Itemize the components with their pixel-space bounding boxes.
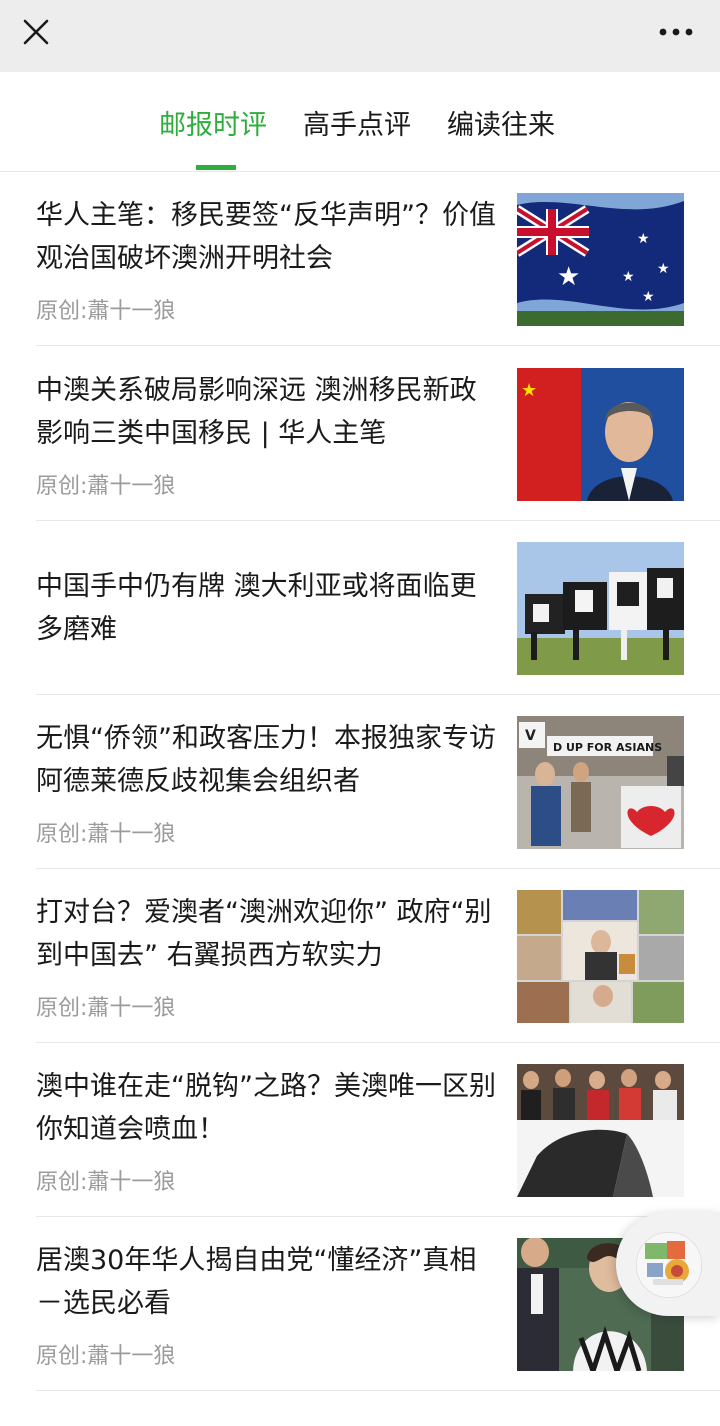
- svg-text:★: ★: [622, 269, 635, 285]
- article-thumbnail[interactable]: ★ ★ ★ ★ ★: [517, 193, 684, 326]
- article-row[interactable]: 澳中谁在走“脱钩”之路？美澳唯一区别你知道会喷血！ 原创:蕭十一狼: [0, 1043, 720, 1217]
- article-title[interactable]: 中国手中仍有牌 澳大利亚或将面临更多磨难: [36, 565, 496, 651]
- active-tab-indicator: [196, 165, 236, 170]
- tab-expert-review[interactable]: 高手点评: [303, 108, 411, 144]
- article-thumbnail[interactable]: [517, 890, 684, 1023]
- svg-text:★: ★: [642, 289, 655, 305]
- row-divider: [36, 1390, 720, 1391]
- article-row[interactable]: 中澳关系破局影响深远 澳洲移民新政影响三类中国移民 | 华人主笔原创:蕭十一狼 ★: [0, 347, 720, 521]
- article-title[interactable]: 中澳关系破局影响深远 澳洲移民新政影响三类中国移民 | 华人主笔: [36, 369, 496, 455]
- article-source: 原创:蕭十一狼: [36, 1344, 176, 1369]
- floating-window-button[interactable]: [616, 1212, 720, 1316]
- article-source: 原创:蕭十一狼: [36, 996, 176, 1021]
- article-thumbnail[interactable]: [517, 1064, 684, 1197]
- svg-text:★: ★: [557, 262, 580, 292]
- article-row[interactable]: 华人主笔：移民要签“反华声明”？价值观治国破坏澳洲开明社会 原创:蕭十一狼 ★ ★ ★ ★…: [0, 172, 720, 346]
- article-row[interactable]: 居澳30年华人揭自由党“懂经济”真相－选民必看原创:蕭十一狼: [0, 1217, 720, 1391]
- close-icon: [23, 19, 49, 45]
- tab-post-commentary[interactable]: 邮报时评: [159, 108, 267, 144]
- tab-bar: 邮报时评 高手点评 编读往来: [0, 72, 720, 172]
- article-thumbnail[interactable]: [517, 542, 684, 675]
- svg-text:V: V: [525, 728, 536, 744]
- article-source: 原创:蕭十一狼: [36, 299, 176, 324]
- close-button[interactable]: [16, 12, 56, 52]
- svg-text:★: ★: [637, 231, 650, 247]
- article-row[interactable]: 无惧“侨领”和政客压力！本报独家专访阿德莱德反歧视集会组织者原创:蕭十一狼 D U…: [0, 695, 720, 869]
- article-title[interactable]: 无惧“侨领”和政客压力！本报独家专访阿德莱德反歧视集会组织者: [36, 717, 496, 803]
- more-button[interactable]: [654, 12, 698, 52]
- article-title[interactable]: 华人主笔：移民要签“反华声明”？价值观治国破坏澳洲开明社会: [36, 194, 496, 280]
- article-thumbnail[interactable]: D UP FOR ASIANS V: [517, 716, 684, 849]
- article-title[interactable]: 居澳30年华人揭自由党“懂经济”真相－选民必看: [36, 1239, 496, 1325]
- svg-text:★: ★: [657, 261, 670, 277]
- article-source: 原创:蕭十一狼: [36, 1170, 176, 1195]
- row-divider: [36, 345, 720, 346]
- article-title[interactable]: 打对台？爱澳者“澳洲欢迎你” 政府“别到中国去” 右翼损西方软实力: [36, 891, 496, 977]
- svg-text:D UP FOR ASIANS: D UP FOR ASIANS: [553, 741, 662, 754]
- article-source: 原创:蕭十一狼: [36, 822, 176, 847]
- top-bar: [0, 0, 720, 72]
- article-title[interactable]: 澳中谁在走“脱钩”之路？美澳唯一区别你知道会喷血！: [36, 1065, 496, 1151]
- tab-reader-letters[interactable]: 编读往来: [447, 108, 555, 144]
- article-source: 原创:蕭十一狼: [36, 474, 176, 499]
- more-icon: [659, 28, 693, 36]
- floating-window-icon: [636, 1232, 702, 1298]
- article-thumbnail[interactable]: ★: [517, 368, 684, 501]
- svg-text:★: ★: [521, 380, 537, 401]
- article-row[interactable]: 打对台？爱澳者“澳洲欢迎你” 政府“别到中国去” 右翼损西方软实力原创:蕭十一狼: [0, 869, 720, 1043]
- article-row[interactable]: 中国手中仍有牌 澳大利亚或将面临更多磨难: [0, 521, 720, 695]
